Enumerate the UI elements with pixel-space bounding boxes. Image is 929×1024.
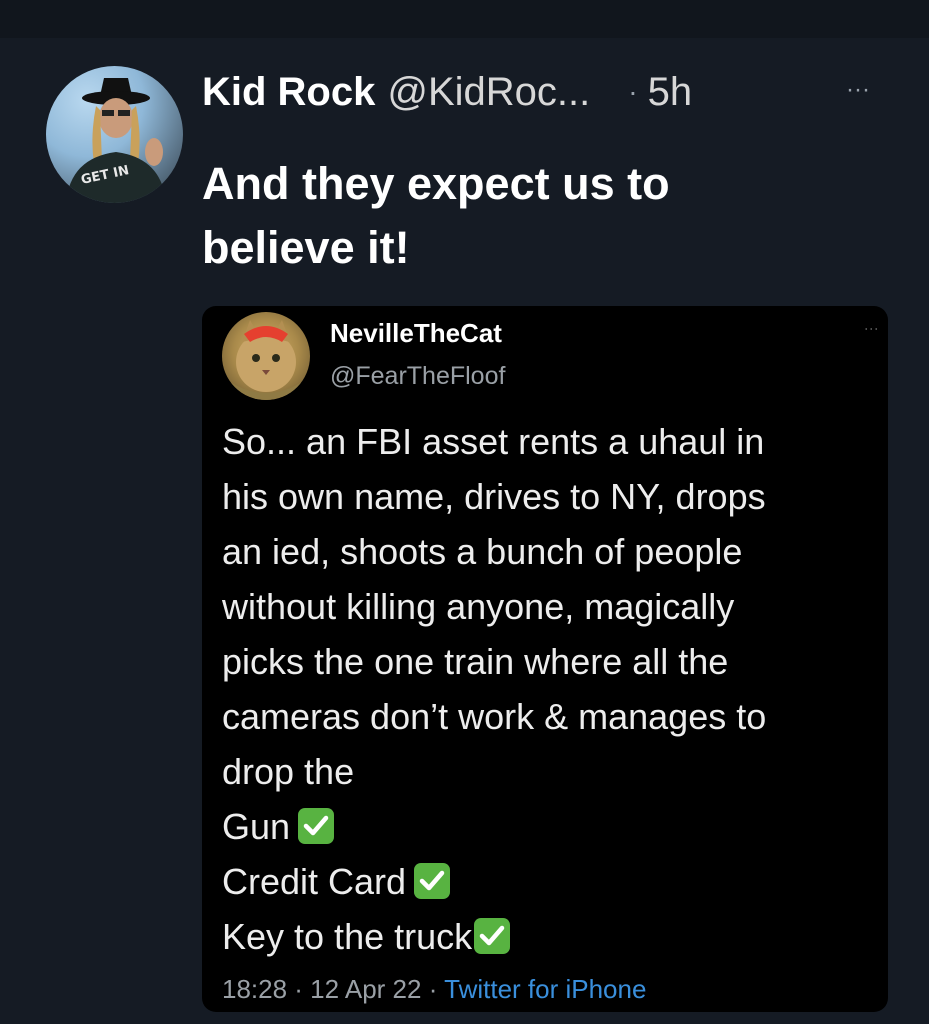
quoted-text-line: So... an FBI asset rents a uhaul in xyxy=(222,421,765,462)
tweet-header: Kid Rock @KidRoc... · 5h xyxy=(202,70,692,114)
checklist-item-gun: Gun xyxy=(222,799,882,854)
tweet-text-line: And they expect us to xyxy=(202,158,670,209)
author-handle[interactable]: @KidRoc... xyxy=(387,70,590,115)
tweet-text: And they expect us to believe it! xyxy=(202,152,882,280)
quoted-more-icon[interactable]: ⋮ xyxy=(864,322,880,338)
quoted-text-line: an ied, shoots a bunch of people xyxy=(222,531,743,572)
tweet-text-line: believe it! xyxy=(202,222,410,273)
author-name[interactable]: Kid Rock xyxy=(202,70,375,115)
check-mark-icon xyxy=(414,863,451,899)
quoted-tweet-text: So... an FBI asset rents a uhaul in his … xyxy=(222,414,882,964)
quoted-tweet[interactable]: NevilleTheCat @FearTheFloof ⋮ So... an F… xyxy=(202,306,888,1012)
top-bar xyxy=(0,0,929,38)
quoted-text-line: without killing anyone, magically xyxy=(222,586,735,627)
quoted-text-line: cameras don’t work & manages to xyxy=(222,696,767,737)
checklist-label: Credit Card xyxy=(222,861,407,902)
quoted-text-line: picks the one train where all the xyxy=(222,641,729,682)
quoted-author-handle[interactable]: @FearTheFloof xyxy=(330,362,505,391)
quoted-timestamp[interactable]: 18:28 · 12 Apr 22 · xyxy=(222,974,444,1004)
quoted-text-line: drop the xyxy=(222,751,355,792)
quoted-text-line: his own name, drives to NY, drops xyxy=(222,476,766,517)
checklist-label: Gun xyxy=(222,806,291,847)
checklist-item-credit-card: Credit Card xyxy=(222,854,882,909)
cat-avatar[interactable] xyxy=(222,312,310,400)
more-options-icon[interactable]: ··· xyxy=(846,76,870,104)
checklist-item-key: Key to the truck xyxy=(222,909,882,964)
tweet-timestamp[interactable]: 5h xyxy=(648,70,693,115)
quoted-tweet-meta: 18:28 · 12 Apr 22 · Twitter for iPhone xyxy=(222,974,646,1005)
check-mark-icon xyxy=(298,808,335,844)
check-mark-icon xyxy=(474,918,511,954)
checklist-label: Key to the truck xyxy=(222,916,473,957)
source-link[interactable]: Twitter for iPhone xyxy=(444,974,646,1004)
separator-dot: · xyxy=(628,76,638,107)
quoted-author-name[interactable]: NevilleTheCat xyxy=(330,318,502,349)
kid-rock-avatar[interactable]: GET IN xyxy=(46,66,183,203)
